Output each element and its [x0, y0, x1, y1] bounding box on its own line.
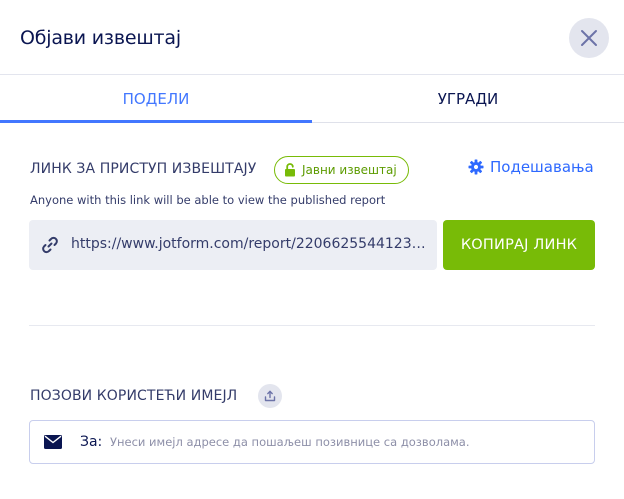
unlock-icon: [285, 163, 295, 177]
invite-section-label: ПОЗОВИ КОРИСТЕЋИ ИМЕЈЛ: [30, 388, 238, 404]
report-url: https://www.jotform.com/report/220662554…: [71, 236, 427, 252]
public-report-badge-label: Јавни извештај: [302, 163, 397, 177]
section-divider: [29, 325, 595, 326]
link-section-label: ЛИНК ЗА ПРИСТУП ИЗВЕШТАЈУ: [30, 161, 257, 177]
envelope-icon: [44, 435, 62, 449]
tab-bar: ПОДЕЛИ УГРАДИ: [0, 75, 624, 123]
settings-link[interactable]: Подешавања: [468, 158, 594, 176]
close-button[interactable]: [569, 18, 609, 58]
upload-icon: [264, 390, 276, 402]
active-tab-indicator: [0, 120, 312, 123]
tab-embed[interactable]: УГРАДИ: [312, 75, 624, 123]
copy-link-button[interactable]: КОПИРАЈ ЛИНК: [443, 220, 595, 270]
email-invite-field: За:: [29, 420, 595, 464]
public-report-badge: Јавни извештај: [274, 156, 409, 184]
gear-icon: [468, 159, 484, 175]
chain-link-icon: [42, 236, 58, 254]
email-input[interactable]: [110, 430, 580, 454]
tab-share[interactable]: ПОДЕЛИ: [0, 75, 312, 123]
modal-header: Објави извештај: [0, 0, 624, 75]
report-link-field[interactable]: https://www.jotform.com/report/220662554…: [29, 220, 437, 270]
upload-button[interactable]: [258, 384, 282, 408]
link-helper-text: Anyone with this link will be able to vi…: [30, 193, 386, 207]
settings-link-label: Подешавања: [490, 158, 594, 176]
email-to-label: За:: [80, 434, 103, 450]
close-icon: [581, 30, 597, 46]
modal-title: Објави извештај: [20, 27, 181, 49]
